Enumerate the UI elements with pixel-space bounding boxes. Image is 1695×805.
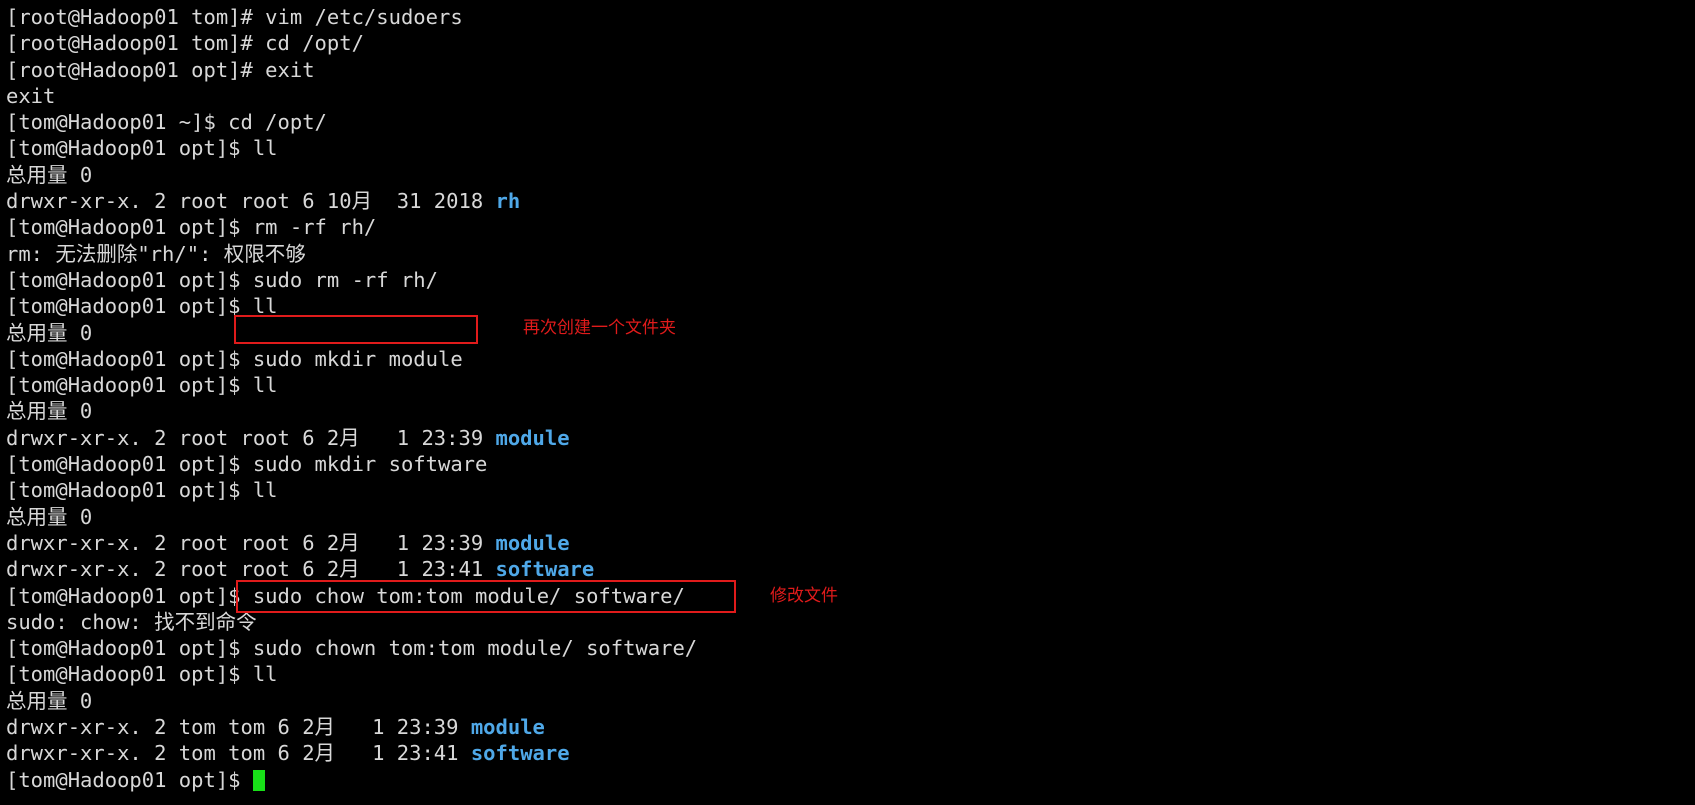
- line-text: [tom@Hadoop01 opt]$ sudo mkdir module: [6, 346, 463, 371]
- terminal-line: rm: 无法删除"rh/": 权限不够: [6, 241, 1695, 267]
- line-text: [tom@Hadoop01 opt]$ ll: [6, 136, 278, 161]
- terminal-line: drwxr-xr-x. 2 root root 6 10月 31 2018 rh: [6, 188, 1695, 214]
- terminal-line: [tom@Hadoop01 opt]$ ll: [6, 661, 1695, 687]
- line-text: [tom@Hadoop01 ~]$ cd /opt/: [6, 110, 327, 135]
- line-text: [tom@Hadoop01 opt]$ ll: [6, 294, 278, 319]
- terminal-line: [tom@Hadoop01 opt]$ ll: [6, 293, 1695, 319]
- annotation-label-mkdir: 再次创建一个文件夹: [523, 318, 676, 338]
- terminal-line: drwxr-xr-x. 2 root root 6 2月 1 23:39 mod…: [6, 530, 1695, 556]
- terminal-line-highlighted-chown: [tom@Hadoop01 opt]$ sudo chown tom:tom m…: [6, 635, 1695, 661]
- line-text: [tom@Hadoop01 opt]$ sudo chown tom:tom m…: [6, 636, 698, 661]
- terminal-line: drwxr-xr-x. 2 root root 6 2月 1 23:41 sof…: [6, 556, 1695, 582]
- terminal-line: [tom@Hadoop01 opt]$ ll: [6, 135, 1695, 161]
- line-text: [tom@Hadoop01 opt]$: [6, 767, 253, 792]
- line-text: [root@Hadoop01 tom]# cd /opt/: [6, 31, 364, 56]
- terminal-line: exit: [6, 83, 1695, 109]
- terminal-line: 总用量 0: [6, 504, 1695, 530]
- terminal-line: sudo: chow: 找不到命令: [6, 609, 1695, 635]
- terminal-line: drwxr-xr-x. 2 root root 6 2月 1 23:39 mod…: [6, 425, 1695, 451]
- terminal-prompt-line[interactable]: [tom@Hadoop01 opt]$: [6, 767, 1695, 793]
- line-text: [tom@Hadoop01 opt]$ ll: [6, 373, 278, 398]
- line-text: drwxr-xr-x. 2 root root 6 2月 1 23:39: [6, 425, 496, 450]
- terminal-line: [root@Hadoop01 opt]# exit: [6, 57, 1695, 83]
- terminal-line: drwxr-xr-x. 2 tom tom 6 2月 1 23:39 modul…: [6, 714, 1695, 740]
- line-text: 总用量 0: [6, 162, 93, 187]
- line-text: [tom@Hadoop01 opt]$ sudo rm -rf rh/: [6, 267, 438, 292]
- line-text: [tom@Hadoop01 opt]$ sudo chow tom:tom mo…: [6, 583, 685, 608]
- directory-name: software: [495, 557, 595, 582]
- line-text: [tom@Hadoop01 opt]$ rm -rf rh/: [6, 215, 377, 240]
- line-text: 总用量 0: [6, 688, 93, 713]
- terminal-line: 总用量 0: [6, 688, 1695, 714]
- cursor-block: [252, 769, 265, 791]
- terminal-line: [tom@Hadoop01 opt]$ ll: [6, 372, 1695, 398]
- line-text: [tom@Hadoop01 opt]$ sudo mkdir software: [6, 452, 488, 477]
- terminal-line: 总用量 0: [6, 320, 1695, 346]
- terminal-window[interactable]: [root@Hadoop01 tom]# vim /etc/sudoers [r…: [0, 0, 1695, 805]
- terminal-line: [tom@Hadoop01 opt]$ rm -rf rh/: [6, 214, 1695, 240]
- line-text: sudo: chow: 找不到命令: [6, 609, 257, 634]
- line-text: rm: 无法删除"rh/": 权限不够: [6, 241, 306, 266]
- terminal-line: 总用量 0: [6, 162, 1695, 188]
- terminal-line-highlighted-mkdir: [tom@Hadoop01 opt]$ sudo mkdir module: [6, 346, 1695, 372]
- line-text: drwxr-xr-x. 2 tom tom 6 2月 1 23:39: [6, 715, 471, 740]
- terminal-line: 总用量 0: [6, 398, 1695, 424]
- line-text: drwxr-xr-x. 2 root root 6 2月 1 23:41: [6, 557, 496, 582]
- line-text: [root@Hadoop01 opt]# exit: [6, 57, 315, 82]
- line-text: 总用量 0: [6, 320, 93, 345]
- line-text: [tom@Hadoop01 opt]$ ll: [6, 478, 278, 503]
- annotation-label-chown: 修改文件: [770, 586, 838, 606]
- terminal-line: [tom@Hadoop01 opt]$ sudo chow tom:tom mo…: [6, 583, 1695, 609]
- terminal-line: [tom@Hadoop01 opt]$ sudo mkdir software: [6, 451, 1695, 477]
- line-text: [tom@Hadoop01 opt]$ ll: [6, 662, 278, 687]
- terminal-line: [tom@Hadoop01 opt]$ ll: [6, 477, 1695, 503]
- line-text: 总用量 0: [6, 504, 93, 529]
- line-text: exit: [6, 83, 56, 108]
- directory-name: module: [495, 530, 570, 555]
- line-text: 总用量 0: [6, 399, 93, 424]
- directory-name: software: [470, 741, 570, 766]
- line-text: drwxr-xr-x. 2 root root 6 2月 1 23:39: [6, 530, 496, 555]
- terminal-line: drwxr-xr-x. 2 tom tom 6 2月 1 23:41 softw…: [6, 740, 1695, 766]
- directory-name: rh: [495, 189, 521, 214]
- line-text: drwxr-xr-x. 2 tom tom 6 2月 1 23:41: [6, 741, 471, 766]
- terminal-line: [root@Hadoop01 tom]# cd /opt/: [6, 30, 1695, 56]
- terminal-line: [tom@Hadoop01 opt]$ sudo rm -rf rh/: [6, 267, 1695, 293]
- line-text: drwxr-xr-x. 2 root root 6 10月 31 2018: [6, 189, 496, 214]
- terminal-line: [tom@Hadoop01 ~]$ cd /opt/: [6, 109, 1695, 135]
- directory-name: module: [470, 715, 545, 740]
- terminal-line: [root@Hadoop01 tom]# vim /etc/sudoers: [6, 4, 1695, 30]
- line-text: [root@Hadoop01 tom]# vim /etc/sudoers: [6, 5, 463, 29]
- directory-name: module: [495, 425, 570, 450]
